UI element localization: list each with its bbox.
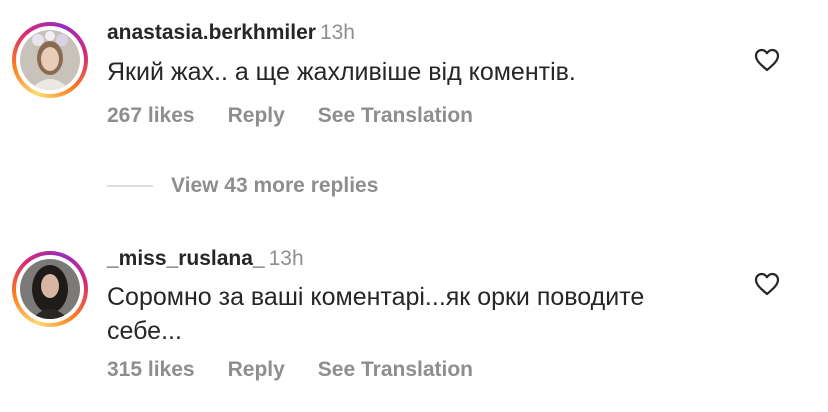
avatar-story-ring[interactable] — [12, 22, 88, 98]
comment-actions: 267 likes Reply See Translation — [107, 104, 506, 128]
reply-button[interactable]: Reply — [228, 104, 285, 128]
likes-count[interactable]: 315 likes — [107, 358, 195, 382]
comment-username[interactable]: _miss_ruslana_ 13h — [107, 247, 304, 271]
comment-actions: 315 likes Reply See Translation — [107, 358, 506, 382]
view-more-replies[interactable]: View 43 more replies — [107, 174, 378, 198]
comment-username[interactable]: anastasia.berkhmiler 13h — [107, 21, 355, 45]
see-translation-button[interactable]: See Translation — [318, 358, 473, 382]
replies-divider-line — [107, 185, 153, 187]
likes-count[interactable]: 267 likes — [107, 104, 195, 128]
avatar — [20, 30, 80, 90]
see-translation-button[interactable]: See Translation — [318, 104, 473, 128]
comment-timestamp: 13h — [319, 21, 355, 44]
reply-button[interactable]: Reply — [228, 358, 285, 382]
heart-icon[interactable] — [754, 272, 780, 296]
comment-text: Соромно за ваші коментарі...як орки пово… — [107, 283, 645, 345]
avatar — [20, 259, 80, 319]
comment-text: Який жах.. а ще жахливіше від коментів. — [107, 58, 576, 86]
avatar-story-ring[interactable] — [12, 251, 88, 327]
heart-icon[interactable] — [754, 48, 780, 72]
view-more-replies-label: View 43 more replies — [171, 174, 379, 197]
comment-timestamp: 13h — [268, 247, 304, 270]
